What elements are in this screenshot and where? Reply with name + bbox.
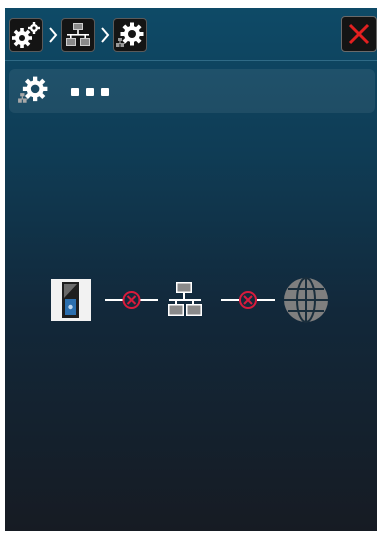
globe-icon [284, 277, 328, 323]
breadcrumb-item-network[interactable] [61, 18, 95, 52]
network-settings-icon [116, 22, 144, 47]
close-x-icon [348, 23, 370, 45]
header-divider [5, 60, 377, 61]
chevron-right-icon [49, 27, 58, 43]
network-settings-icon [18, 76, 48, 103]
network-settings-screen [5, 8, 377, 531]
network-switch-icon [168, 282, 202, 316]
settings-gears-icon [12, 22, 40, 48]
device-icon [51, 279, 91, 321]
breadcrumb-item-network-settings[interactable] [113, 18, 147, 52]
close-button[interactable] [341, 16, 377, 52]
disconnected-icon [239, 291, 257, 309]
section-header [9, 69, 375, 113]
status-dot [86, 88, 94, 96]
connection-diagram [51, 277, 328, 323]
status-dot [71, 88, 79, 96]
disconnected-icon [122, 291, 141, 309]
breadcrumb [5, 8, 377, 58]
status-dot [101, 88, 109, 96]
breadcrumb-item-settings[interactable] [9, 18, 43, 52]
network-icon [66, 23, 90, 46]
chevron-right-icon [101, 27, 110, 43]
